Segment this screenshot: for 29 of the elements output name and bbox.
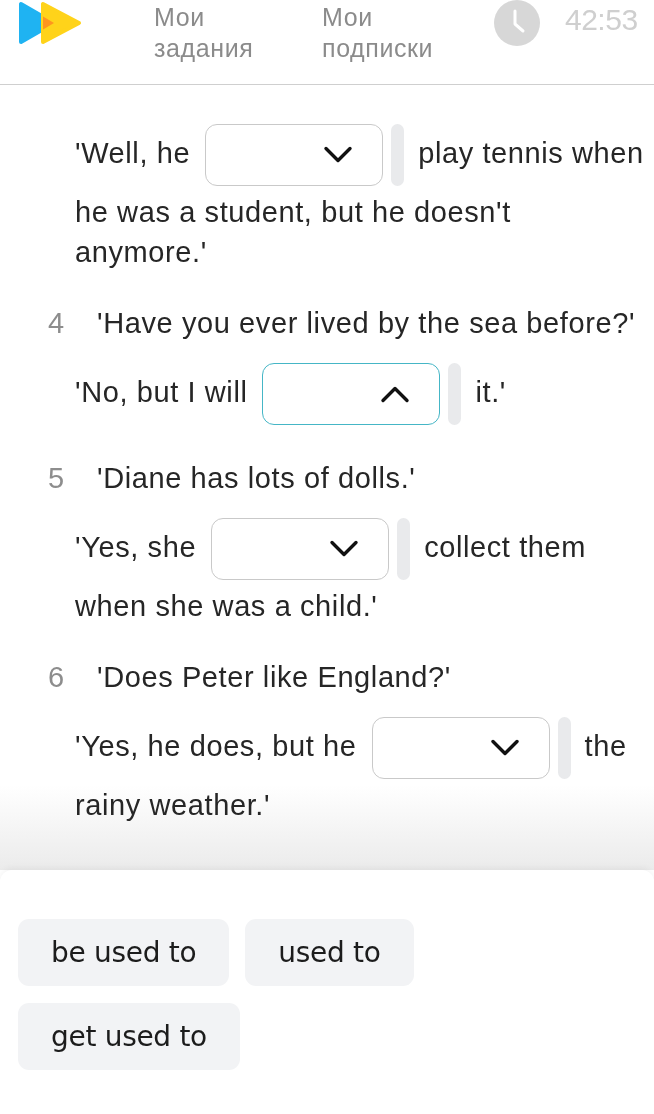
chevron-down-icon [323, 146, 354, 164]
question-number: 6 [48, 660, 66, 695]
question-number: 4 [48, 306, 66, 341]
answer-text: when she was a child.' [75, 589, 379, 624]
question-text: 'Does Peter like England?' [97, 660, 451, 695]
answer-text: collect them [424, 530, 587, 563]
word-chip[interactable]: get used to [18, 1003, 240, 1070]
answer-text: 'Yes, she [75, 530, 197, 563]
answer-text: play tennis when [418, 136, 644, 169]
answer-text: 'Yes, he does, but he [75, 729, 357, 762]
answer-text: 'Well, he [75, 136, 191, 169]
answer-dropdown[interactable] [211, 518, 390, 580]
logo-icon [18, 1, 82, 45]
answer-text: he was a student, but he doesn't anymore.' [75, 195, 512, 270]
answer-text: it.' [475, 375, 506, 408]
answer-text: rainy weather.' [75, 788, 272, 823]
answer-dropdown[interactable] [205, 124, 384, 186]
answer-dropdown[interactable] [262, 363, 441, 425]
chevron-down-icon [489, 739, 520, 757]
question-number: 5 [48, 461, 66, 496]
chevron-up-icon [380, 385, 411, 403]
question-text: 'Diane has lots of dolls.' [97, 461, 416, 496]
word-chip[interactable]: be used to [18, 919, 230, 986]
answer-dropdown[interactable] [371, 717, 550, 779]
word-chip[interactable]: used to [245, 919, 414, 986]
chevron-down-icon [329, 540, 360, 558]
answer-text: the [584, 729, 627, 762]
question-text: 'Have you ever lived by the sea before?' [97, 306, 636, 341]
answer-text: 'No, but I will [75, 375, 248, 408]
